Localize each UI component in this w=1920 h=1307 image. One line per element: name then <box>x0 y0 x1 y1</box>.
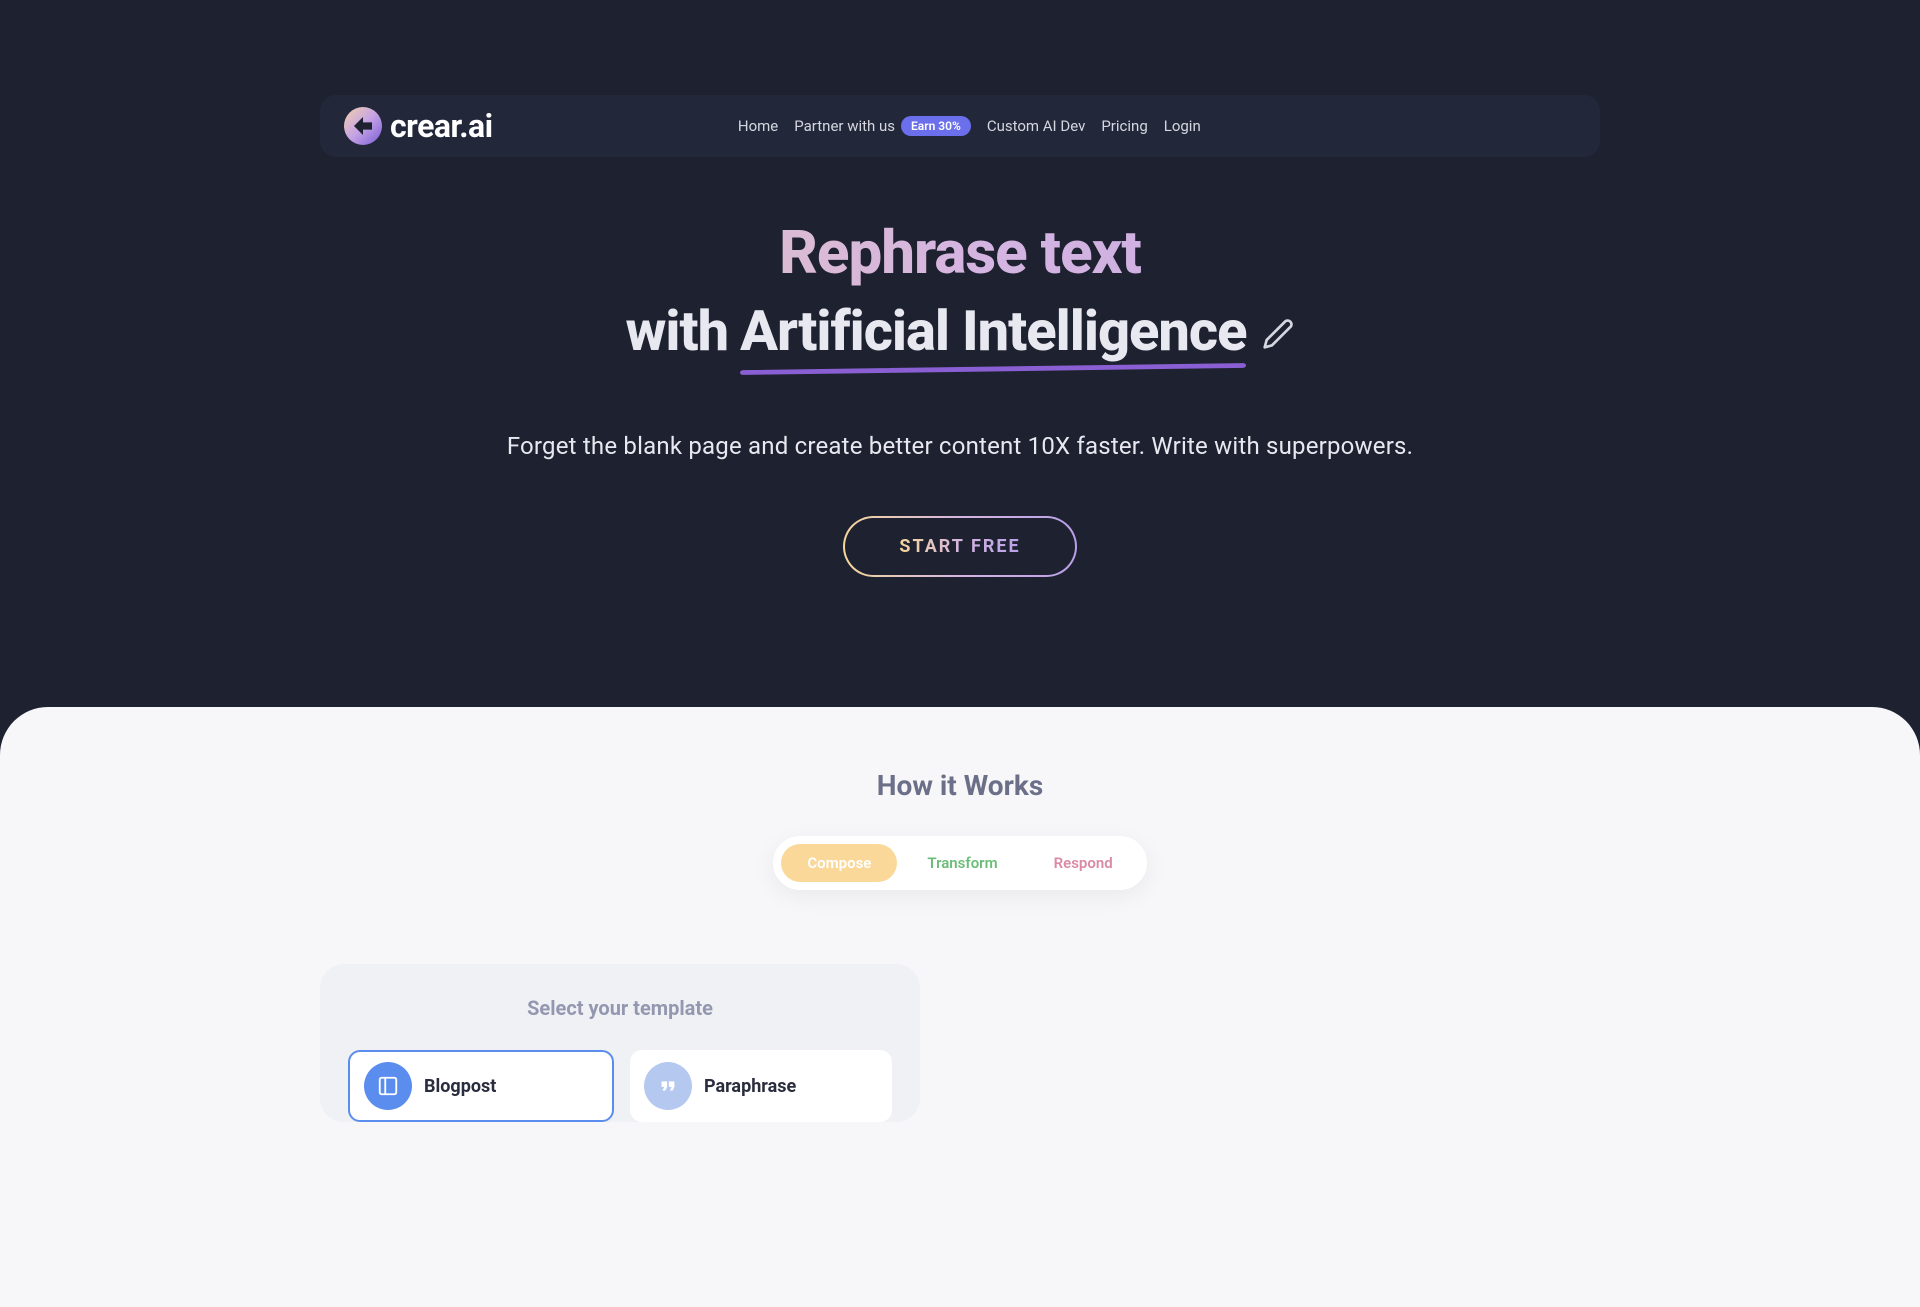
template-section: Select your template Blogpost <box>0 964 1920 1122</box>
logo-text: crear.ai <box>390 107 493 145</box>
cta-start-free[interactable]: START FREE <box>843 516 1076 577</box>
nav-partner[interactable]: Partner with us Earn 30% <box>794 116 971 136</box>
template-label-blogpost: Blogpost <box>424 1076 496 1097</box>
how-it-works-title: How it Works <box>0 769 1920 802</box>
hero-title-highlight: Artificial Intelligence <box>740 298 1246 364</box>
template-card: Select your template Blogpost <box>320 964 920 1122</box>
nav-links: Home Partner with us Earn 30% Custom AI … <box>738 116 1201 136</box>
logo-icon <box>344 107 382 145</box>
tab-transform[interactable]: Transform <box>901 844 1023 882</box>
logo[interactable]: crear.ai <box>344 107 493 145</box>
tab-respond[interactable]: Respond <box>1028 844 1139 882</box>
cta-label: START FREE <box>899 536 1020 557</box>
template-options: Blogpost Paraphrase <box>348 1050 892 1122</box>
hero-title-line1: Rephrase text <box>0 217 1920 288</box>
nav-custom-ai[interactable]: Custom AI Dev <box>987 117 1086 135</box>
template-card-title: Select your template <box>348 996 892 1020</box>
how-it-works-section: How it Works Compose Transform Respond S… <box>0 707 1920 1307</box>
nav-pricing[interactable]: Pricing <box>1101 117 1147 135</box>
navbar: crear.ai Home Partner with us Earn 30% C… <box>320 95 1600 157</box>
hero-section: Rephrase text with Artificial Intelligen… <box>0 157 1920 577</box>
template-label-paraphrase: Paraphrase <box>704 1076 796 1097</box>
hero-subtitle: Forget the blank page and create better … <box>0 432 1920 460</box>
earn-badge: Earn 30% <box>901 116 971 136</box>
nav-partner-label: Partner with us <box>794 117 895 135</box>
blogpost-icon <box>364 1062 412 1110</box>
tab-group: Compose Transform Respond <box>0 836 1920 890</box>
pencil-icon <box>1262 318 1294 350</box>
hero-title-prefix: with <box>626 298 729 364</box>
hero-title-line2: with Artificial Intelligence <box>626 298 1295 364</box>
template-option-blogpost[interactable]: Blogpost <box>348 1050 614 1122</box>
nav-login[interactable]: Login <box>1164 117 1201 135</box>
nav-home[interactable]: Home <box>738 117 778 135</box>
template-option-paraphrase[interactable]: Paraphrase <box>630 1050 892 1122</box>
tab-container: Compose Transform Respond <box>773 836 1146 890</box>
tab-compose[interactable]: Compose <box>781 844 897 882</box>
paraphrase-icon <box>644 1062 692 1110</box>
